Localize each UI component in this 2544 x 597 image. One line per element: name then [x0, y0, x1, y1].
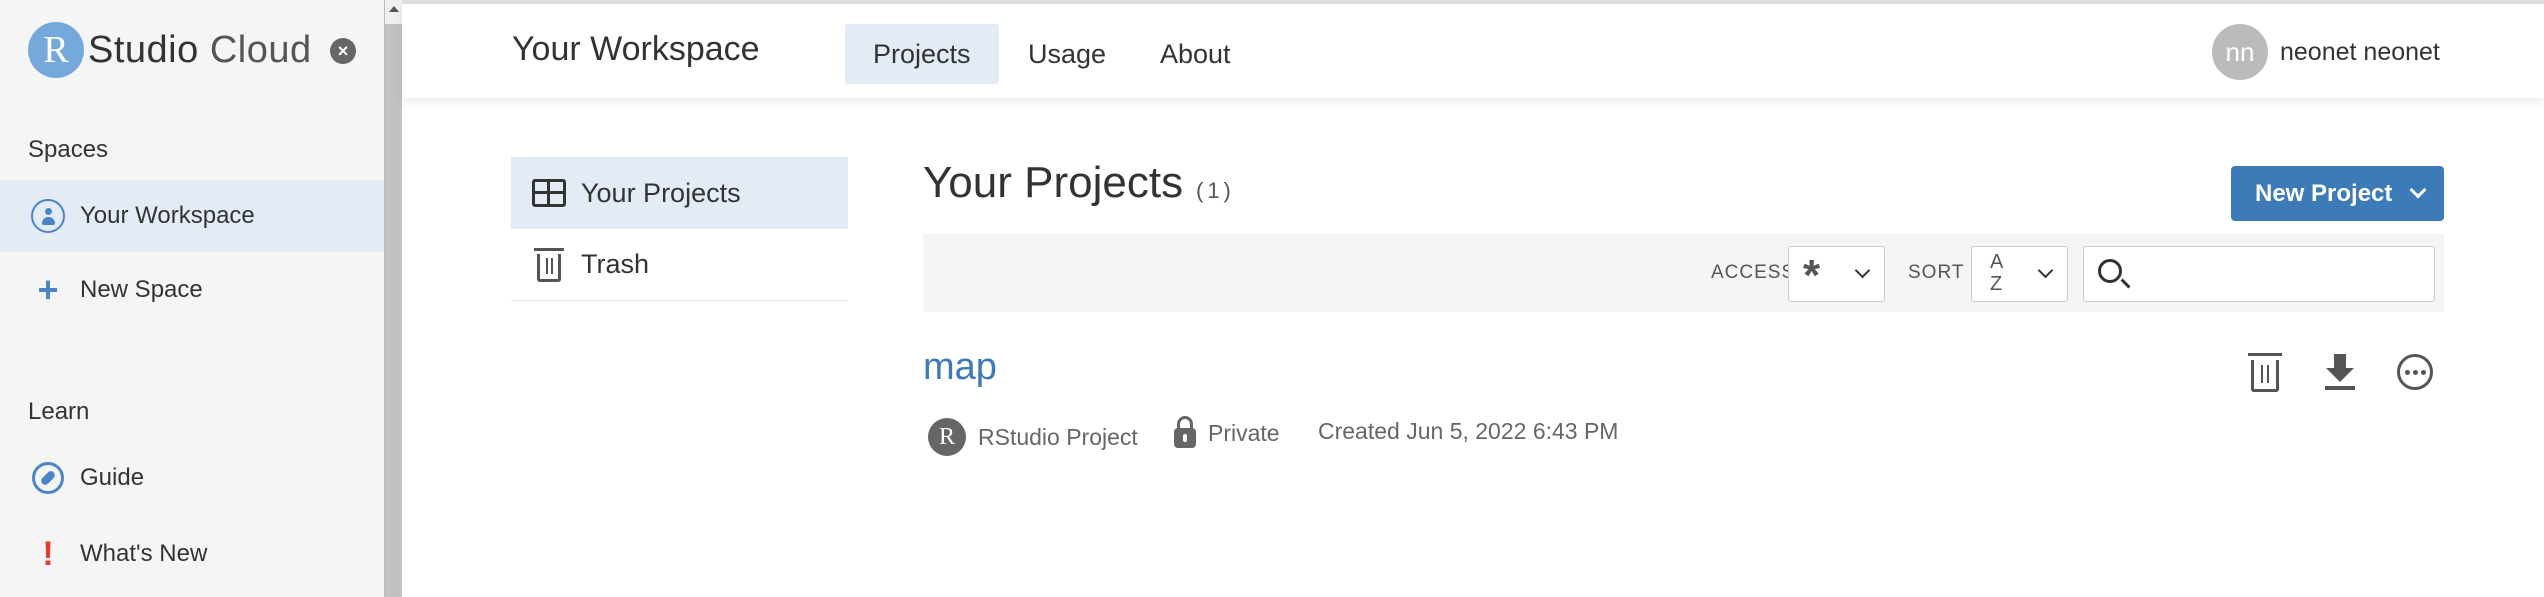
chevron-down-icon	[2037, 262, 2054, 279]
project-nav: Your Projects Trash	[511, 157, 848, 301]
project-type: R RStudio Project	[928, 418, 1138, 456]
avatar[interactable]: nn	[2212, 24, 2268, 80]
sidebar-item-label: What's New	[80, 540, 208, 567]
learn-heading: Learn	[28, 398, 90, 425]
delete-project-button[interactable]	[2245, 352, 2285, 392]
nav-item-label: Trash	[581, 249, 650, 279]
top-header: Your Workspace Projects Usage About nn n…	[402, 0, 2544, 98]
r-logo-icon: R	[28, 22, 84, 78]
sidebar-item-label: Your Workspace	[80, 202, 255, 229]
tab-projects[interactable]: Projects	[845, 24, 999, 84]
trash-icon	[534, 247, 564, 282]
plus-icon: +	[37, 269, 59, 310]
nav-trash[interactable]: Trash	[511, 229, 848, 301]
nav-item-label: Your Projects	[581, 177, 741, 208]
sidebar: R Studio Cloud × Spaces Your Workspace +…	[0, 0, 384, 597]
project-created-date: Created Jun 5, 2022 6:43 PM	[1318, 418, 1619, 444]
project-name-link[interactable]: map	[923, 346, 997, 389]
nav-your-projects[interactable]: Your Projects	[511, 157, 848, 229]
sidebar-scrollbar[interactable]	[384, 0, 403, 597]
page-title: Your Workspace	[512, 30, 760, 68]
compass-icon	[32, 462, 64, 494]
sidebar-item-whats-new[interactable]: ! What's New	[0, 518, 384, 590]
sidebar-item-label: New Space	[80, 276, 203, 303]
trash-icon	[2248, 353, 2282, 392]
tab-about[interactable]: About	[1132, 24, 1259, 84]
access-label: ACCESS	[1711, 262, 1796, 283]
username[interactable]: neonet neonet	[2280, 38, 2440, 67]
sidebar-item-new-space[interactable]: + New Space	[0, 254, 384, 326]
grid-icon	[532, 179, 566, 207]
close-sidebar-icon[interactable]: ×	[330, 38, 356, 64]
more-options-icon	[2397, 354, 2433, 390]
download-project-button[interactable]	[2320, 352, 2360, 392]
access-filter-select[interactable]: *	[1788, 246, 1885, 302]
tab-usage[interactable]: Usage	[1000, 24, 1134, 84]
download-icon	[2325, 354, 2355, 390]
sidebar-item-label: Guide	[80, 464, 145, 491]
new-project-button[interactable]: New Project	[2231, 166, 2444, 221]
user-circle-icon	[31, 199, 65, 233]
projects-heading: Your Projects	[923, 158, 1184, 207]
search-icon	[2098, 259, 2122, 283]
sort-az-icon: A Z	[1990, 251, 2004, 295]
sort-select[interactable]: A Z	[1971, 246, 2068, 302]
exclamation-icon: !	[42, 535, 54, 573]
search-box[interactable]	[2083, 246, 2435, 302]
r-project-icon: R	[928, 418, 966, 456]
scroll-up-arrow-icon[interactable]	[389, 6, 399, 12]
logo-text-sub: Cloud	[209, 28, 312, 71]
logo-text-main: Studio	[88, 28, 199, 71]
sidebar-item-your-workspace[interactable]: Your Workspace	[0, 180, 384, 252]
chevron-down-icon	[1854, 262, 1871, 279]
spaces-heading: Spaces	[28, 136, 109, 163]
sidebar-item-guide[interactable]: Guide	[0, 442, 384, 514]
filter-toolbar: ACCESS * SORT A Z	[923, 234, 2444, 312]
search-input[interactable]	[2134, 255, 2424, 293]
chevron-down-icon	[2409, 181, 2427, 199]
project-visibility: Private	[1174, 416, 1280, 448]
asterisk-icon: *	[1803, 251, 1821, 300]
projects-count: (1)	[1196, 178, 1235, 203]
sort-label: SORT	[1908, 262, 1965, 283]
rstudio-cloud-logo[interactable]: R Studio Cloud	[28, 22, 312, 78]
more-actions-button[interactable]	[2395, 352, 2435, 392]
lock-icon	[1174, 416, 1196, 448]
